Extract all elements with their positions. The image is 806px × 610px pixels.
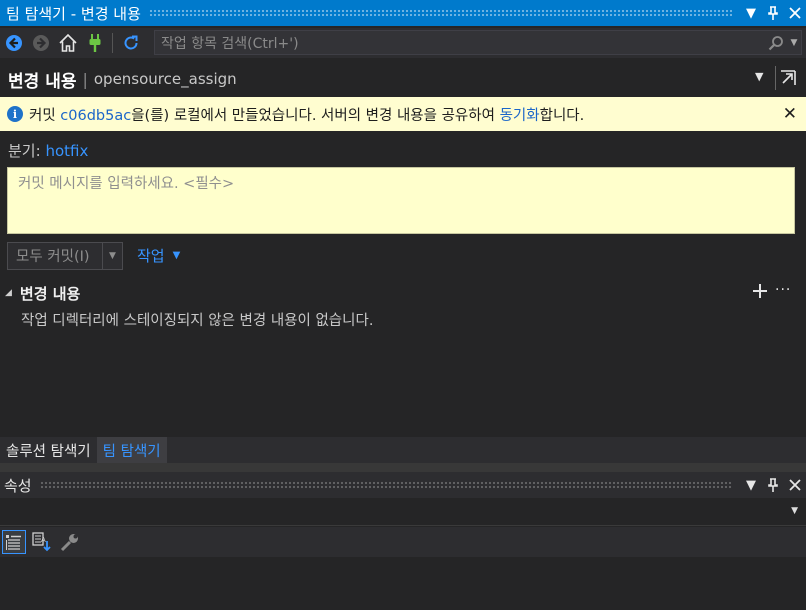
ellipsis-icon: ··· [775,282,792,298]
title-grip[interactable] [148,9,732,17]
close-icon [789,7,801,19]
page-menu-dropdown[interactable]: ▼ [755,70,763,83]
info-icon: i [7,106,23,122]
page-title: 변경 내용 [8,71,77,92]
panel-title-bar[interactable]: 팀 탐색기 - 변경 내용 ▼ [0,0,806,26]
info-notification-bar: i 커밋 c06db5ac을(를) 로컬에서 만들었습니다. 서버의 변경 내용… [0,97,806,131]
back-button[interactable] [1,30,27,56]
empty-changes-message: 작업 디렉터리에 스테이징되지 않은 변경 내용이 없습니다. [21,313,374,329]
refresh-icon [124,35,138,50]
connect-plug-icon [89,34,101,52]
collapse-triangle-icon[interactable]: ◢ [5,288,12,298]
branch-link[interactable]: hotfix [45,142,88,160]
search-options-dropdown[interactable]: ▼ [787,38,801,48]
caret-down-icon: ▼ [755,70,764,83]
work-item-search[interactable]: 작업 항목 검색(Ctrl+') ▼ [154,30,802,55]
tab-solution-explorer[interactable]: 솔루션 탐색기 [0,437,97,463]
plus-icon [753,284,767,298]
search-button[interactable] [765,35,787,51]
branch-info: 분기: hotfix [8,140,88,161]
pin-icon [768,6,778,20]
pin-icon [768,478,778,492]
commit-id-link[interactable]: c06db5ac [60,108,131,124]
commit-message-box [7,167,795,234]
chevron-down-icon: ▼ [790,37,798,48]
sort-alphabetical-icon: A [32,532,51,552]
forward-arrow-icon [33,35,49,51]
back-arrow-icon [6,35,22,51]
stage-all-button[interactable] [752,280,768,304]
properties-toolbar: A [0,527,806,557]
close-icon: ✕ [782,104,797,124]
properties-dropdown-button[interactable]: ▼ [740,474,762,496]
property-pages-button[interactable] [58,530,82,554]
connect-button[interactable] [82,30,108,56]
close-panel-button[interactable] [784,2,806,24]
alphabetical-button[interactable]: A [30,530,54,554]
info-middle: 을(를) 로컬에서 만들었습니다. 서버의 변경 내용을 공유하여 [131,107,500,124]
actions-menu[interactable]: 작업 ▼ [137,245,180,266]
properties-grip[interactable] [39,481,732,489]
search-icon [768,35,783,50]
undock-page-button[interactable] [775,66,799,90]
properties-pin-button[interactable] [762,474,784,496]
panel-title: 팀 탐색기 - 변경 내용 [6,4,141,23]
pin-button[interactable] [762,2,784,24]
navigation-toolbar: 작업 항목 검색(Ctrl+') ▼ [0,28,806,58]
commit-message-input[interactable] [8,168,794,233]
categorized-icon [6,535,21,550]
info-suffix: 합니다. [539,107,585,124]
properties-close-button[interactable] [784,474,806,496]
page-header: 변경 내용 | opensource_assign ▼ [0,62,806,96]
properties-title-bar[interactable]: 속성 ▼ [0,472,806,498]
commit-options-dropdown[interactable]: ▼ [103,241,123,270]
header-separator: | [82,69,88,89]
changes-section-header[interactable]: ◢ 변경 내용 ··· [0,282,806,304]
caret-down-icon: ▼ [746,477,756,493]
tool-window-tabs: 솔루션 탐색기 팀 탐색기 [0,437,806,463]
search-input[interactable]: 작업 항목 검색(Ctrl+') [155,33,765,53]
home-button[interactable] [55,30,81,56]
forward-button[interactable] [28,30,54,56]
window-dropdown-button[interactable]: ▼ [740,2,762,24]
refresh-button[interactable] [118,30,144,56]
sync-link[interactable]: 동기화 [500,108,540,124]
home-icon [59,33,77,52]
info-prefix: 커밋 [29,107,61,124]
caret-down-icon: ▼ [746,5,756,21]
repository-name: opensource_assign [93,70,237,88]
categorized-button[interactable] [2,530,26,554]
svg-text:A: A [41,536,46,544]
properties-grid [0,557,806,610]
commit-all-button[interactable]: 모두 커밋(I) [7,241,103,270]
toolbar-separator [112,33,113,53]
popout-arrow-icon [780,70,796,85]
info-message: 커밋 c06db5ac을(를) 로컬에서 만들었습니다. 서버의 변경 내용을 … [29,104,584,125]
properties-object-selector[interactable]: ▼ [0,499,806,526]
branch-label: 분기: [8,142,46,160]
chevron-down-icon: ▼ [109,250,116,261]
commit-actions: 모두 커밋(I) ▼ 작업 ▼ [7,241,180,270]
caret-down-icon: ▼ [172,250,181,261]
property-pages-wrench-icon [60,534,78,552]
dismiss-info-button[interactable]: ✕ [783,104,797,124]
chevron-down-icon[interactable]: ▼ [791,506,798,516]
properties-title: 속성 [4,476,32,495]
close-icon [789,479,801,491]
actions-menu-label: 작업 [137,247,165,265]
tab-team-explorer[interactable]: 팀 탐색기 [96,437,167,463]
panel-splitter[interactable] [0,463,806,472]
changes-section-title: 변경 내용 [19,284,81,303]
more-options-button[interactable]: ··· [775,282,791,298]
